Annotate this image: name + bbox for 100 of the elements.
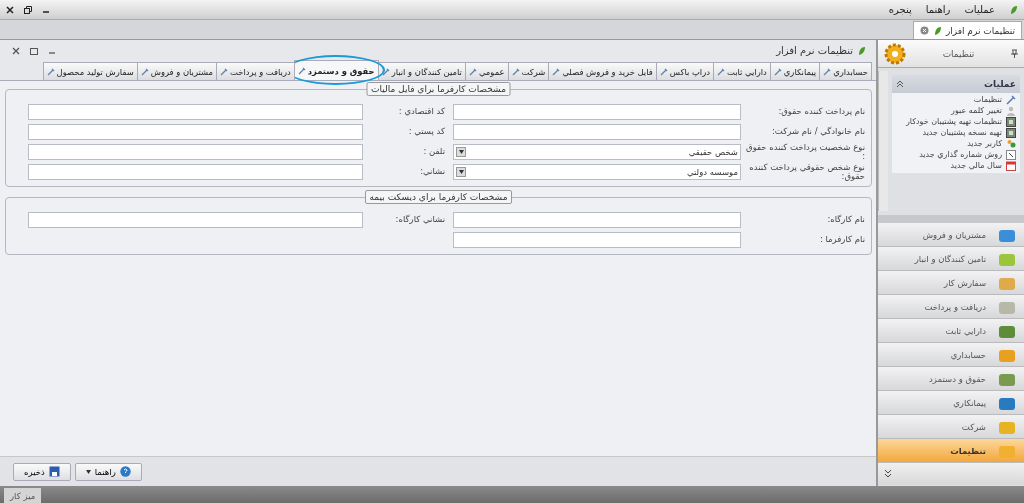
safe-icon: [1006, 128, 1016, 138]
tab[interactable]: حسابداري: [819, 62, 872, 80]
tools-icon: [46, 67, 55, 76]
sidebar-link[interactable]: سال مالي جديد: [950, 161, 1002, 171]
tools-icon: [716, 67, 725, 76]
help-icon: [119, 466, 131, 477]
close-icon: [6, 5, 14, 14]
menu-item[interactable]: راهنما: [925, 4, 951, 15]
sidebar-link[interactable]: روش شماره گذاري جديد: [919, 150, 1002, 160]
close-icon: [919, 26, 929, 35]
field-label: نام پرداخت كننده حقوق:: [777, 107, 866, 117]
menu-item[interactable]: عمليات: [964, 4, 995, 15]
field-label: نشاني كارگاه:: [394, 215, 446, 225]
tools-icon: [773, 67, 782, 76]
tab[interactable]: حقوق و دستمزد: [293, 60, 379, 80]
tools-icon: [381, 67, 390, 76]
tools-icon: [1006, 95, 1016, 105]
tools-icon: [823, 67, 832, 76]
input-field[interactable]: [28, 164, 363, 180]
tools-icon: [220, 67, 229, 76]
input-field[interactable]: [453, 232, 741, 248]
caret-icon: [458, 150, 464, 154]
nav-item[interactable]: دارايي ثابت: [878, 319, 1024, 343]
field-label: نوع شخصيت پرداخت كننده حقوق :: [745, 142, 866, 162]
document-tab[interactable]: تنظيمات نرم افزار: [912, 21, 1022, 39]
leaf-icon: [932, 25, 942, 36]
tab[interactable]: دراپ باكس: [655, 62, 714, 80]
input-field[interactable]: [453, 212, 741, 228]
group-title: مشخصات كارفرما براي فايل ماليات: [366, 82, 511, 96]
tab[interactable]: پيمانكاري: [769, 62, 821, 80]
sidebar-link[interactable]: تنظيمات: [973, 95, 1002, 105]
tab[interactable]: دريافت و پرداخت: [216, 62, 295, 80]
tab[interactable]: عمومي: [464, 62, 509, 80]
tools-icon: [140, 67, 149, 76]
calendar-icon: [1006, 161, 1016, 171]
users-icon: [1006, 139, 1016, 149]
nav-item[interactable]: حقوق و دستمزد: [878, 367, 1024, 391]
field-label: نام خانوادگي / نام شركت:: [770, 127, 866, 137]
field-label: نام كارگاه:: [826, 215, 866, 225]
person-icon: [1006, 106, 1016, 116]
nav-item[interactable]: مشتريان و فروش: [878, 223, 1024, 247]
input-field[interactable]: [28, 212, 363, 228]
leaf-icon: [1009, 4, 1018, 15]
tab[interactable]: شركت: [507, 62, 550, 80]
nav-item[interactable]: دريافت و پرداخت: [878, 295, 1024, 319]
more-icon: [884, 469, 892, 479]
window-title: تنظيمات نرم افزار: [776, 45, 853, 56]
sidebar-link[interactable]: تهيه نسخه پشتيبان جديد: [922, 128, 1002, 138]
leaf-icon: [857, 45, 866, 56]
input-field[interactable]: [28, 144, 363, 160]
gear-icon: [884, 42, 906, 65]
nav-item[interactable]: تنظيمات: [878, 439, 1024, 463]
dropdown[interactable]: شخص حقيقي: [453, 144, 741, 160]
sidebar-link[interactable]: تغيير كلمه عبور: [951, 106, 1002, 116]
taskbar-item[interactable]: ميز كار: [4, 488, 42, 503]
safe-icon: [1006, 117, 1016, 127]
group-title: مشخصات كارفرما براي ديسكت بيمه: [364, 190, 513, 204]
tools-icon: [297, 66, 306, 75]
caret-icon: [458, 170, 464, 174]
tab[interactable]: سفارش توليد محصول: [42, 62, 138, 80]
close-icon: [12, 46, 20, 55]
input-field[interactable]: [453, 104, 741, 120]
tab[interactable]: دارايي ثابت: [712, 62, 771, 80]
field-label: تلفن :: [422, 147, 446, 157]
nav-item[interactable]: تامين كنندگان و انبار: [878, 247, 1024, 271]
menu-item[interactable]: پنجره: [888, 4, 912, 15]
tab[interactable]: تامين كنندگان و انبار: [377, 62, 466, 80]
nav-item[interactable]: حسابداري: [878, 343, 1024, 367]
caret-icon: [85, 469, 91, 474]
save-icon: [48, 466, 60, 477]
field-label: نام كارفرما :: [818, 235, 866, 245]
dropdown[interactable]: موسسه دولتي: [453, 164, 741, 180]
field-label: كد پستي :: [407, 127, 446, 137]
section-header[interactable]: عمليات: [892, 75, 1020, 93]
sidebar-link[interactable]: كاربر جديد: [967, 139, 1002, 149]
sidebar-title: تنظيمات: [942, 48, 975, 59]
restore-icon: [24, 5, 32, 14]
field-label: نشاني:: [419, 167, 446, 177]
tools-icon: [659, 67, 668, 76]
input-field[interactable]: [28, 124, 363, 140]
tab[interactable]: مشتريان و فروش: [136, 62, 218, 80]
tools-icon: [552, 67, 561, 76]
scrollbar[interactable]: [878, 71, 888, 211]
nav-item[interactable]: شركت: [878, 415, 1024, 439]
nav-item[interactable]: پيمانكاري: [878, 391, 1024, 415]
field-label: نوع شخص حقوقي پرداخت كننده حقوق:: [748, 162, 866, 182]
nav-item[interactable]: سفارش كار: [878, 271, 1024, 295]
sidebar-link[interactable]: تنظيمات تهيه پشتيبان خودكار: [905, 117, 1002, 127]
help-button[interactable]: راهنما: [74, 462, 142, 481]
tools-icon: [511, 67, 520, 76]
pin-icon: [1011, 49, 1018, 58]
field-label: كد اقتصادي :: [397, 107, 446, 117]
input-field[interactable]: [453, 124, 741, 140]
collapse-icon: [896, 80, 904, 88]
tools-icon: [468, 67, 477, 76]
tab[interactable]: فايل خريد و فروش فصلي: [548, 62, 657, 80]
restore-icon: [30, 46, 38, 55]
save-button[interactable]: ذخيره: [13, 462, 71, 481]
input-field[interactable]: [28, 104, 363, 120]
splitter[interactable]: [878, 215, 1024, 223]
